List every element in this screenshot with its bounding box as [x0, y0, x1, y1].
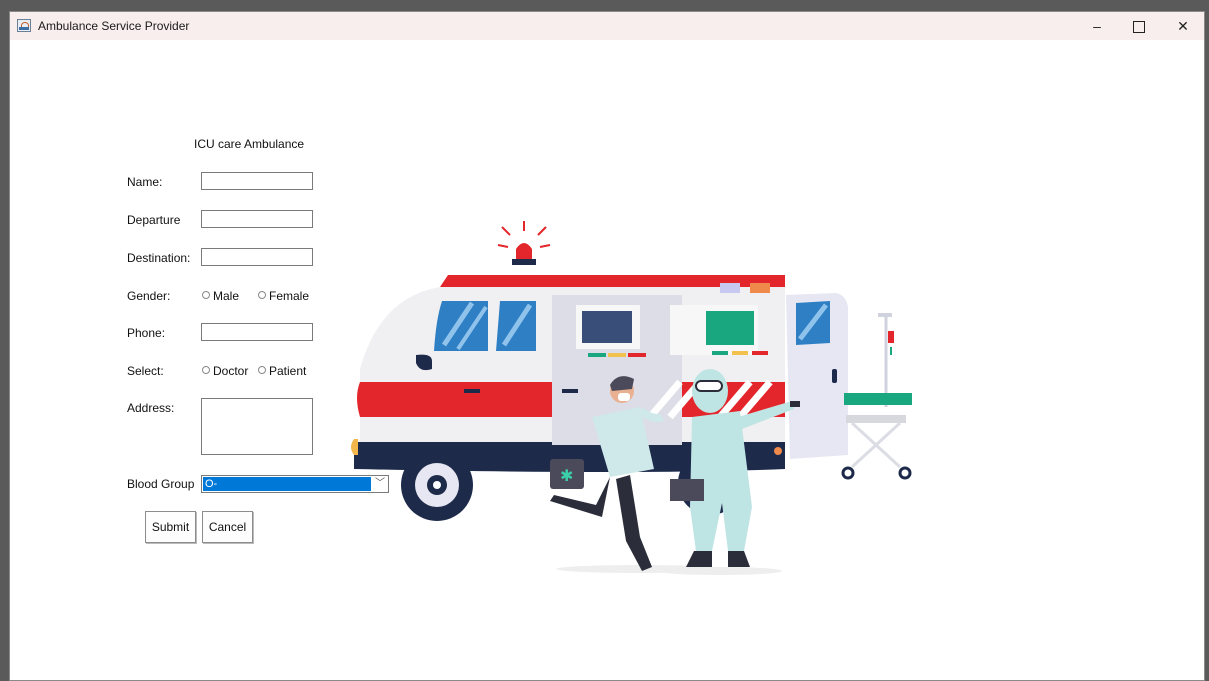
close-button[interactable]: ✕ — [1160, 12, 1206, 40]
radio-icon — [258, 291, 266, 299]
departure-field[interactable] — [201, 210, 313, 228]
select-patient-label: Patient — [269, 364, 307, 378]
blood-group-combobox[interactable]: O- ﹀ — [201, 475, 389, 493]
ambulance-illustration: ✱ — [351, 221, 912, 575]
form-heading: ICU care Ambulance — [194, 137, 305, 151]
siren-icon — [497, 221, 551, 265]
chevron-down-icon[interactable]: ﹀ — [372, 476, 388, 492]
gender-male-radio[interactable]: Male — [202, 289, 239, 303]
phone-label: Phone: — [127, 326, 166, 340]
phone-field[interactable] — [201, 323, 313, 341]
destination-label: Destination: — [127, 251, 191, 265]
stretcher-icon — [841, 313, 912, 480]
destination-field[interactable] — [201, 248, 313, 266]
name-field[interactable] — [201, 172, 313, 190]
address-field[interactable] — [201, 398, 313, 455]
minimize-button[interactable]: – — [1074, 12, 1120, 40]
gender-label: Gender: — [127, 289, 171, 303]
maximize-icon — [1133, 21, 1145, 34]
gender-male-label: Male — [213, 289, 240, 303]
cancel-button[interactable]: Cancel — [202, 511, 253, 543]
minimize-icon: – — [1093, 18, 1101, 34]
radio-icon — [202, 291, 210, 299]
close-icon: ✕ — [1177, 18, 1189, 34]
gender-female-radio[interactable]: Female — [258, 289, 309, 303]
select-doctor-label: Doctor — [213, 364, 249, 378]
radio-icon — [258, 366, 266, 374]
blood-group-value: O- — [203, 477, 371, 491]
svg-text:✱: ✱ — [560, 466, 573, 485]
departure-label: Departure — [127, 213, 181, 227]
select-doctor-radio[interactable]: Doctor — [202, 364, 248, 378]
gender-female-label: Female — [269, 289, 310, 303]
blood-group-label: Blood Group — [127, 477, 195, 491]
select-patient-radio[interactable]: Patient — [258, 364, 306, 378]
select-label: Select: — [127, 364, 164, 378]
submit-button[interactable]: Submit — [145, 511, 196, 543]
maximize-button[interactable] — [1116, 12, 1162, 40]
address-label: Address: — [127, 401, 175, 415]
ambulance-icon — [351, 275, 848, 521]
java-app-icon — [17, 19, 31, 32]
title-bar[interactable]: Ambulance Service Provider – ✕ — [10, 12, 1204, 40]
app-window: Ambulance Service Provider – ✕ ICU care … — [9, 11, 1205, 681]
name-label: Name: — [127, 175, 163, 189]
radio-icon — [202, 366, 210, 374]
window-title: Ambulance Service Provider — [38, 19, 190, 33]
